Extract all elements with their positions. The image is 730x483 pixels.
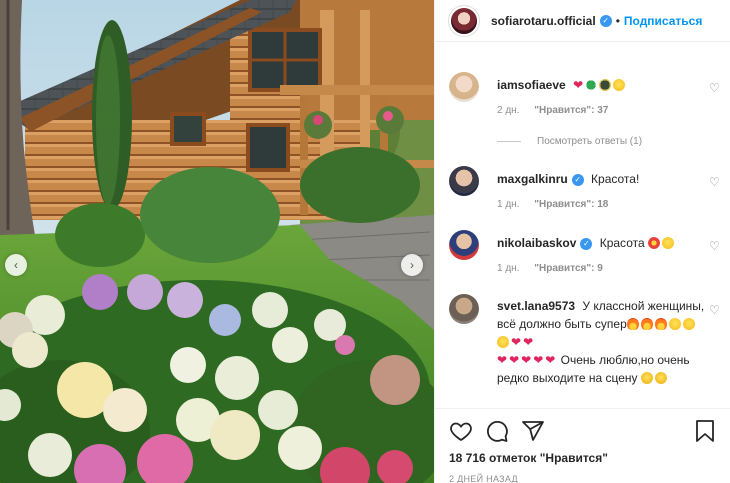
collision-icon xyxy=(647,237,660,249)
fire-icon xyxy=(626,318,639,330)
comment-text: svet.lana9573 У классной женщины, всё до… xyxy=(497,297,707,387)
post-actions: 18 716 отметок "Нравится" 2 ДНЕЙ НАЗАД xyxy=(435,408,730,483)
red-heart-icon: ❤ xyxy=(521,353,532,367)
photo-scene xyxy=(0,0,434,483)
like-comment-heart-icon[interactable]: ♡ xyxy=(709,82,721,94)
comment-meta: 2 дн. "Нравится": 37 xyxy=(497,105,620,116)
heart-eyes-face-icon xyxy=(613,79,626,91)
comment-likes[interactable]: "Нравится": 18 xyxy=(534,199,608,210)
post-sidebar: sofiarotaru.official ✓ • Подписаться iam… xyxy=(434,0,730,483)
star-struck-face-icon xyxy=(682,318,695,330)
comment-meta: 1 дн. "Нравится": 9 xyxy=(497,263,615,274)
header-separator: • xyxy=(615,13,620,28)
sad-face-icon xyxy=(640,372,653,384)
author-username[interactable]: sofiarotaru.official xyxy=(491,14,596,28)
comment-likes[interactable]: "Нравится": 9 xyxy=(534,263,603,274)
post-likes-count[interactable]: 18 716 отметок "Нравится" xyxy=(449,451,608,465)
verified-badge-icon: ✓ xyxy=(599,14,612,27)
comment-time[interactable]: 1 дн. xyxy=(497,199,519,210)
like-comment-heart-icon[interactable]: ♡ xyxy=(709,240,721,252)
commenter-username[interactable]: iamsofiaeve xyxy=(497,78,566,92)
comment-text: maxgalkinru ✓ Красота! xyxy=(497,172,697,187)
comment-time[interactable]: 1 дн. xyxy=(497,263,519,274)
red-heart-icon: ❤ xyxy=(509,353,520,367)
face-blowing-kiss-icon xyxy=(661,237,674,249)
follow-button[interactable]: Подписаться xyxy=(624,14,702,28)
red-heart-icon: ❤ xyxy=(511,335,522,349)
chevron-right-icon: › xyxy=(410,258,414,272)
red-heart-icon: ❤ xyxy=(497,353,508,367)
chevron-left-icon: ‹ xyxy=(14,258,18,272)
commenter-username[interactable]: svet.lana9573 xyxy=(497,299,575,313)
sunglasses-face-icon xyxy=(599,79,612,91)
previous-photo-button[interactable]: ‹ xyxy=(5,254,27,276)
verified-badge-icon: ✓ xyxy=(571,173,584,186)
heart-icon[interactable] xyxy=(449,419,473,443)
fire-icon xyxy=(654,318,667,330)
comment-likes[interactable]: "Нравится": 37 xyxy=(534,105,608,116)
comment-content: Красота xyxy=(599,236,645,250)
post-timestamp[interactable]: 2 ДНЕЙ НАЗАД xyxy=(449,474,518,483)
star-struck-face-icon xyxy=(668,318,681,330)
commenter-avatar[interactable] xyxy=(449,72,479,102)
commenter-avatar[interactable] xyxy=(449,230,479,260)
sad-face-icon xyxy=(654,372,667,384)
post-photo[interactable]: ‹ › xyxy=(0,0,434,483)
share-icon[interactable] xyxy=(521,419,545,443)
comments-list[interactable]: iamsofiaeve ❤ 2 дн. "Нравится": 37 ♡ Пос… xyxy=(435,42,730,408)
post-header: sofiarotaru.official ✓ • Подписаться xyxy=(435,0,730,42)
verified-badge-icon: ✓ xyxy=(580,237,593,250)
comment-content: Красота! xyxy=(591,172,640,186)
view-replies-button[interactable]: Посмотреть ответы (1) xyxy=(497,136,642,147)
comment-text: iamsofiaeve ❤ xyxy=(497,78,697,93)
red-heart-icon: ❤ xyxy=(533,353,544,367)
bookmark-icon[interactable] xyxy=(693,419,717,443)
red-heart-icon: ❤ xyxy=(573,78,584,92)
comment-meta: 1 дн. "Нравится": 18 xyxy=(497,199,620,210)
red-heart-icon: ❤ xyxy=(523,335,534,349)
commenter-avatar[interactable] xyxy=(449,294,479,324)
commenter-username[interactable]: maxgalkinru xyxy=(497,172,568,186)
star-struck-face-icon xyxy=(497,336,509,348)
fire-icon xyxy=(640,318,653,330)
comment-time[interactable]: 2 дн. xyxy=(497,105,519,116)
red-heart-icon: ❤ xyxy=(545,353,556,367)
like-comment-heart-icon[interactable]: ♡ xyxy=(709,176,721,188)
comment-icon[interactable] xyxy=(485,419,509,443)
commenter-avatar[interactable] xyxy=(449,166,479,196)
four-leaf-clover-icon xyxy=(585,79,598,91)
comment-text: nikolaibaskov ✓ Красота xyxy=(497,236,697,251)
view-replies-label: Посмотреть ответы (1) xyxy=(537,136,643,147)
like-comment-heart-icon[interactable]: ♡ xyxy=(709,304,721,316)
next-photo-button[interactable]: › xyxy=(401,254,423,276)
replies-divider xyxy=(497,141,521,142)
commenter-username[interactable]: nikolaibaskov xyxy=(497,236,576,250)
author-avatar[interactable] xyxy=(449,5,479,36)
